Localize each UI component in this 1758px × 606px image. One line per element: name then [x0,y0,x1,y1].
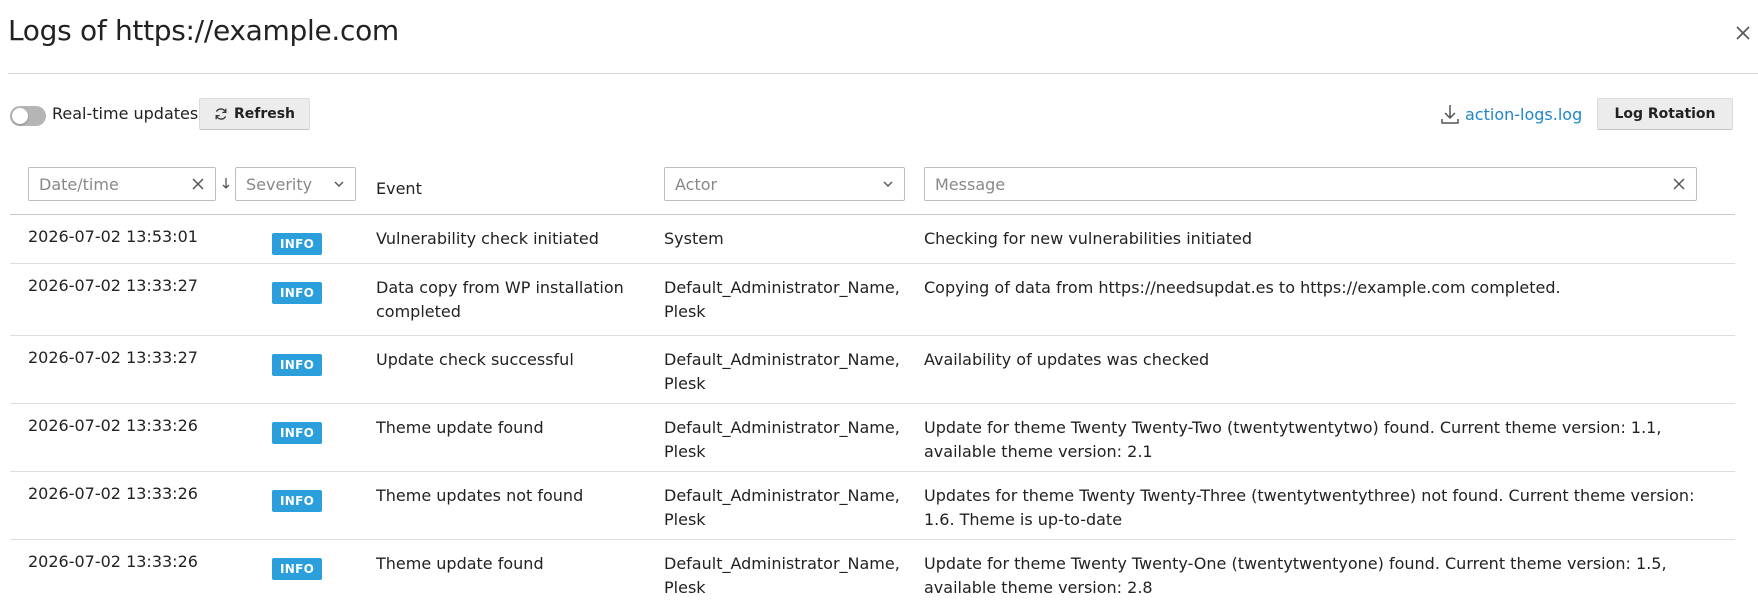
table-row: 2026-07-02 13:33:26 INFO Theme update fo… [10,404,1735,472]
row-event: Theme update found [376,418,544,437]
table-row: 2026-07-02 13:33:27 INFO Update check su… [10,336,1735,404]
row-datetime: 2026-07-02 13:33:26 [28,416,198,435]
refresh-button-label: Refresh [233,106,296,122]
severity-cell: INFO [272,420,323,444]
row-actor: System [664,229,724,248]
severity-cell: INFO [272,352,323,376]
severity-cell: INFO [272,556,323,580]
severity-cell: INFO [272,231,323,255]
table-row: 2026-07-02 13:33:27 INFO Data copy from … [10,264,1735,336]
message-filter-placeholder: Message [935,174,1006,194]
severity-badge: INFO [272,490,323,512]
chevron-down-icon [883,181,893,187]
row-actor: Default_Administrator_Name, Plesk [664,278,900,321]
row-message: Copying of data from https://needsupdat.… [924,278,1561,297]
severity-cell: INFO [272,488,323,512]
row-datetime: 2026-07-02 13:33:27 [28,348,198,367]
title-divider [8,73,1758,74]
actor-filter-placeholder: Actor [675,174,718,194]
row-actor: Default_Administrator_Name, Plesk [664,486,900,529]
realtime-updates-toggle[interactable] [10,106,46,126]
table-row: 2026-07-02 13:53:01 INFO Vulnerability c… [10,215,1735,264]
close-icon [1736,26,1750,40]
row-actor: Default_Administrator_Name, Plesk [664,554,900,597]
log-rotation-label: Log Rotation [1614,106,1716,122]
realtime-updates-label: Real-time updates [52,104,199,123]
row-message: Updates for theme Twenty Twenty-Three (t… [924,486,1695,529]
row-actor: Default_Administrator_Name, Plesk [664,418,900,461]
event-column-header: Event [376,179,422,198]
datetime-filter-input[interactable]: Date/time [28,167,216,201]
clear-icon[interactable] [191,177,205,191]
row-event: Vulnerability check initiated [376,229,599,248]
row-message: Update for theme Twenty Twenty-Two (twen… [924,418,1662,461]
row-event: Update check successful [376,350,574,369]
row-actor: Default_Administrator_Name, Plesk [664,350,900,393]
log-rotation-button[interactable]: Log Rotation [1597,98,1733,130]
row-datetime: 2026-07-02 13:53:01 [28,227,198,246]
row-event: Data copy from WP installation completed [376,278,624,321]
severity-badge: INFO [272,354,323,376]
severity-badge: INFO [272,282,323,304]
row-message: Update for theme Twenty Twenty-One (twen… [924,554,1667,597]
severity-badge: INFO [272,233,323,255]
row-event: Theme update found [376,554,544,573]
severity-cell: INFO [272,280,323,304]
row-datetime: 2026-07-02 13:33:26 [28,552,198,571]
dialog-title: Logs of https://example.com [8,14,399,47]
toggle-knob [12,108,28,124]
log-table-body: 2026-07-02 13:53:01 INFO Vulnerability c… [10,215,1735,606]
download-log-link[interactable]: action-logs.log [1440,103,1582,125]
message-filter-input[interactable]: Message [924,167,1697,201]
close-button[interactable] [1732,22,1754,44]
row-event: Theme updates not found [376,486,584,505]
refresh-icon [215,108,227,120]
actor-filter-select[interactable]: Actor [664,167,905,201]
table-row: 2026-07-02 13:33:26 INFO Theme updates n… [10,472,1735,540]
sort-direction-button[interactable] [221,175,231,191]
row-message: Checking for new vulnerabilities initiat… [924,229,1253,248]
download-log-label: action-logs.log [1465,104,1583,124]
refresh-button[interactable]: Refresh [199,98,310,130]
table-row: 2026-07-02 13:33:26 INFO Theme update fo… [10,540,1735,606]
severity-filter-placeholder: Severity [246,174,313,194]
severity-badge: INFO [272,558,323,580]
severity-filter-select[interactable]: Severity [235,167,356,201]
row-message: Availability of updates was checked [924,350,1210,369]
chevron-down-icon [334,181,344,187]
severity-badge: INFO [272,422,323,444]
download-icon [1441,105,1459,124]
row-datetime: 2026-07-02 13:33:26 [28,484,198,503]
datetime-filter-placeholder: Date/time [39,174,119,194]
clear-icon[interactable] [1672,177,1686,191]
sort-arrow-down-icon [222,178,230,189]
row-datetime: 2026-07-02 13:33:27 [28,276,198,295]
